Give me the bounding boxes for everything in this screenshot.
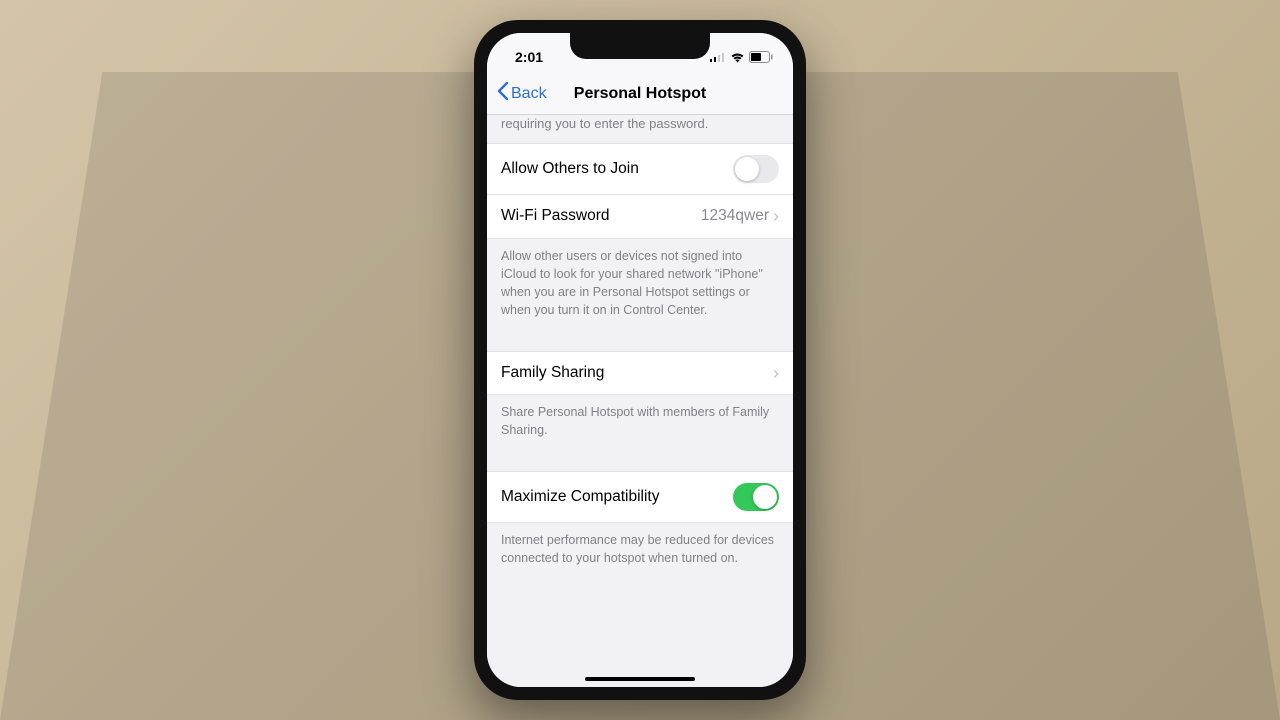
allow-others-label: Allow Others to Join [501,160,639,178]
maximize-compatibility-footer: Internet performance may be reduced for … [487,523,793,581]
wifi-icon [730,52,745,63]
chevron-left-icon [497,82,509,105]
maximize-compatibility-toggle[interactable] [733,483,779,511]
scroll-content[interactable]: requiring you to enter the password. All… [487,115,793,687]
section-gap [487,333,793,351]
truncated-header-text: requiring you to enter the password. [487,115,793,143]
wifi-password-label: Wi-Fi Password [501,207,610,225]
phone-frame: 2:01 Back Personal Hotspot [474,20,806,700]
family-sharing-label: Family Sharing [501,364,604,382]
allow-others-toggle[interactable] [733,155,779,183]
nav-bar: Back Personal Hotspot [487,73,793,115]
allow-others-footer: Allow other users or devices not signed … [487,239,793,334]
back-label: Back [511,85,547,103]
status-indicators [710,51,773,63]
maximize-compatibility-row[interactable]: Maximize Compatibility [487,471,793,523]
family-sharing-row[interactable]: Family Sharing › [487,351,793,395]
notch [570,33,710,59]
section-gap [487,453,793,471]
toggle-knob [735,157,759,181]
allow-others-row[interactable]: Allow Others to Join [487,143,793,195]
wifi-password-row[interactable]: Wi-Fi Password 1234qwer › [487,195,793,239]
family-sharing-footer: Share Personal Hotspot with members of F… [487,395,793,453]
chevron-right-icon: › [773,364,779,382]
status-time: 2:01 [515,49,543,65]
back-button[interactable]: Back [497,82,547,105]
phone-screen: 2:01 Back Personal Hotspot [487,33,793,687]
toggle-knob [753,485,777,509]
battery-icon [749,51,773,63]
maximize-compatibility-label: Maximize Compatibility [501,488,659,506]
wifi-password-value: 1234qwer [701,207,769,225]
chevron-right-icon: › [773,207,779,225]
cellular-signal-icon [710,52,726,62]
home-indicator[interactable] [585,677,695,681]
